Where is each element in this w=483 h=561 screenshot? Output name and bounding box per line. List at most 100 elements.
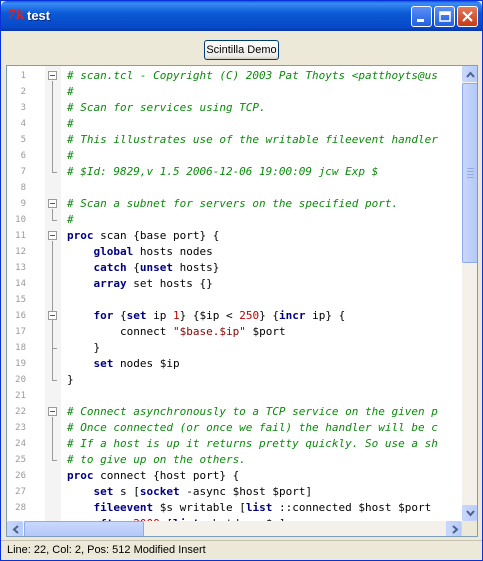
- line-number: 4: [20, 119, 26, 129]
- code-token: array: [93, 277, 127, 290]
- tk-feather-icon[interactable]: 7k: [7, 9, 25, 23]
- minimize-button[interactable]: [411, 6, 432, 27]
- line-number: 5: [20, 135, 26, 145]
- line-number: 22: [15, 407, 26, 417]
- scrollbar-corner: [462, 521, 477, 536]
- line-number: 26: [15, 471, 26, 481]
- code-line[interactable]: global hosts nodes: [67, 244, 213, 260]
- minimize-icon: [417, 19, 424, 22]
- code-line[interactable]: # Scan for services using TCP.: [67, 100, 266, 116]
- code-token: scan {base port} {: [93, 229, 220, 242]
- code-line[interactable]: catch {unset hosts}: [67, 260, 220, 276]
- horizontal-scroll-thumb[interactable]: [24, 521, 144, 536]
- code-token: global: [93, 245, 134, 258]
- line-number: 10: [15, 215, 26, 225]
- line-number: 21: [15, 391, 26, 401]
- code-token: set: [93, 485, 114, 498]
- code-line[interactable]: #: [67, 84, 74, 100]
- code-line[interactable]: }: [67, 340, 100, 356]
- fold-toggle-icon[interactable]: [48, 231, 57, 240]
- code-token: ::connected $host $port: [272, 501, 432, 514]
- line-number: 7: [20, 167, 26, 177]
- line-number: 6: [20, 151, 26, 161]
- code-token: ip} {: [305, 309, 346, 322]
- code-token: # to give up on the others.: [67, 453, 246, 466]
- code-token: # $Id: 9829,v 1.5 2006-12-06 19:00:09 jc…: [67, 165, 379, 178]
- fold-toggle-icon[interactable]: [48, 199, 57, 208]
- code-line[interactable]: # $Id: 9829,v 1.5 2006-12-06 19:00:09 jc…: [67, 164, 378, 180]
- code-line[interactable]: connect "$base.$ip" $port: [67, 324, 286, 340]
- code-token: # Scan for services using TCP.: [67, 101, 266, 114]
- code-line[interactable]: # Scan a subnet for servers on the speci…: [67, 196, 398, 212]
- scroll-down-button[interactable]: [462, 505, 477, 521]
- line-number: 11: [15, 231, 26, 241]
- line-number: 3: [20, 103, 26, 113]
- code-line[interactable]: proc connect {host port} {: [67, 468, 239, 484]
- code-token: $s writable [: [153, 501, 246, 514]
- code-token: set: [126, 309, 147, 322]
- code-line[interactable]: # to give up on the others.: [67, 452, 246, 468]
- code-token: proc: [67, 469, 94, 482]
- code-line[interactable]: # Connect asynchronously to a TCP servic…: [67, 404, 438, 420]
- code-line[interactable]: # Once connected (or once we fail) the h…: [67, 420, 438, 436]
- fold-margin[interactable]: [45, 66, 61, 521]
- code-token: # This illustrates use of the writable f…: [67, 133, 438, 146]
- fold-toggle-icon[interactable]: [48, 311, 57, 320]
- line-number: 25: [15, 455, 26, 465]
- line-number: 18: [15, 343, 26, 353]
- code-line[interactable]: # This illustrates use of the writable f…: [67, 132, 438, 148]
- code-editor[interactable]: 1 2 3 4 5 6 7 8 9 10 11 12 13 14 15 16 17 18 19 20 21 22 23 24 2…: [6, 65, 478, 537]
- code-token: # Connect asynchronously to a TCP servic…: [67, 405, 438, 418]
- scroll-right-button[interactable]: [446, 521, 462, 536]
- status-bar: Line: 22, Col: 2, Pos: 512 Modified Inse…: [1, 540, 482, 560]
- code-token: #: [67, 117, 74, 130]
- fold-toggle-icon[interactable]: [48, 407, 57, 416]
- code-token: # scan.tcl - Copyright (C) 2003 Pat Thoy…: [67, 69, 438, 82]
- line-number: 28: [15, 503, 26, 513]
- code-line[interactable]: #: [67, 212, 74, 228]
- code-line[interactable]: # If a host is up it returns pretty quic…: [67, 436, 438, 452]
- window-title: test: [27, 8, 51, 23]
- code-line[interactable]: array set hosts {}: [67, 276, 213, 292]
- arrow-right-icon: [452, 525, 459, 534]
- arrow-left-icon: [12, 525, 19, 534]
- close-button[interactable]: [457, 6, 478, 27]
- close-icon: [462, 11, 473, 22]
- line-number: 23: [15, 423, 26, 433]
- code-token: set: [93, 357, 114, 370]
- code-line[interactable]: for {set ip 1} {$ip < 250} {incr ip} {: [67, 308, 346, 324]
- arrow-down-icon: [466, 510, 475, 517]
- code-token: } {: [259, 309, 279, 322]
- code-line[interactable]: set nodes $ip: [67, 356, 180, 372]
- code-line[interactable]: proc scan {base port} {: [67, 228, 219, 244]
- code-token: for: [93, 309, 114, 322]
- code-token: proc: [67, 229, 94, 242]
- code-line[interactable]: fileevent $s writable [list ::connected …: [67, 500, 432, 516]
- vertical-scroll-thumb[interactable]: [462, 83, 477, 263]
- status-text: Line: 22, Col: 2, Pos: 512 Modified Inse…: [7, 544, 206, 556]
- fold-toggle-icon[interactable]: [48, 71, 57, 80]
- horizontal-scrollbar[interactable]: [7, 521, 462, 536]
- code-line[interactable]: #: [67, 148, 74, 164]
- line-number: 14: [15, 279, 26, 289]
- line-number: 19: [15, 359, 26, 369]
- line-number-gutter: 1 2 3 4 5 6 7 8 9 10 11 12 13 14 15 16 17 18 19 20 21 22 23 24 2…: [7, 66, 45, 521]
- scroll-up-button[interactable]: [462, 66, 477, 82]
- vertical-scrollbar[interactable]: [462, 66, 477, 521]
- maximize-button[interactable]: [434, 6, 455, 27]
- code-line[interactable]: # scan.tcl - Copyright (C) 2003 Pat Thoy…: [67, 68, 438, 84]
- code-line[interactable]: set s [socket -async $host $port]: [67, 484, 313, 500]
- code-token: #: [67, 85, 74, 98]
- code-line[interactable]: }: [67, 372, 74, 388]
- line-number: 13: [15, 263, 26, 273]
- scroll-left-button[interactable]: [7, 521, 23, 536]
- code-line[interactable]: #: [67, 116, 74, 132]
- line-number: 15: [15, 295, 26, 305]
- line-number: 24: [15, 439, 26, 449]
- scintilla-demo-button[interactable]: Scintilla Demo: [204, 40, 279, 60]
- title-bar[interactable]: 7k test: [1, 1, 482, 31]
- code-area[interactable]: # scan.tcl - Copyright (C) 2003 Pat Thoy…: [67, 66, 462, 521]
- code-token: connect: [67, 325, 173, 338]
- line-number: 8: [20, 183, 26, 193]
